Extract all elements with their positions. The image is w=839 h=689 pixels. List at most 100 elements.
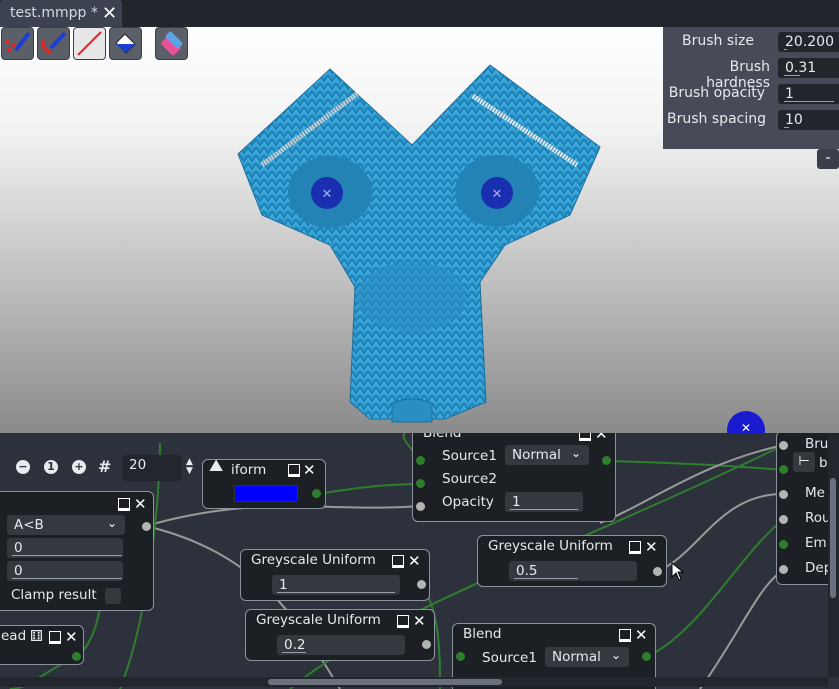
minimize-icon[interactable]: [118, 498, 130, 511]
clamp-result-label: Clamp result: [11, 587, 97, 603]
svg-text:✕: ✕: [492, 187, 503, 202]
close-node-icon[interactable]: ✕: [303, 463, 316, 478]
color-swatch[interactable]: [234, 485, 298, 502]
collapse-panel-button[interactable]: -: [817, 149, 839, 169]
brush-stroke-tool[interactable]: [37, 27, 70, 60]
minimize-icon[interactable]: [579, 433, 591, 441]
mouse-cursor-icon: [671, 562, 685, 581]
opacity-label: Opacity: [442, 494, 494, 510]
grid-size-field[interactable]: 20: [122, 455, 182, 481]
greyscale-3-title: Greyscale Uniform: [488, 538, 613, 554]
greyscale-2-value-field[interactable]: 0.2: [277, 635, 405, 655]
dice-icon[interactable]: ⚅: [30, 627, 43, 645]
minimize-icon[interactable]: [49, 631, 61, 644]
zoom-in-button[interactable]: +: [72, 460, 86, 474]
vertical-scroll-thumb[interactable]: [830, 478, 836, 598]
blend-top-title: Blend: [423, 433, 462, 441]
close-node-icon[interactable]: ✕: [134, 497, 147, 512]
close-node-icon[interactable]: ✕: [413, 614, 426, 629]
math-b-field[interactable]: 0: [7, 561, 123, 581]
close-icon[interactable]: ✕: [102, 3, 117, 24]
brush-size-label: Brush size: [682, 33, 754, 49]
brush-hardness-slider[interactable]: [784, 75, 800, 76]
greyscale-uniform-node-3[interactable]: Greyscale Uniform ✕ 0.5: [477, 535, 667, 587]
minimize-icon[interactable]: [629, 541, 641, 554]
zoom-reset-button[interactable]: 1: [44, 460, 58, 474]
uniform-node-title: iform: [231, 462, 267, 478]
close-node-icon[interactable]: ✕: [65, 630, 78, 645]
read-node-title: ead: [1, 628, 27, 644]
math-a-field[interactable]: 0: [7, 538, 123, 558]
spin-arrows-icon[interactable]: ▲ ▼: [186, 458, 193, 476]
brush-port-metallic[interactable]: [779, 490, 788, 499]
brush-port-b[interactable]: [779, 465, 788, 474]
brush-dots-icon: [5, 31, 31, 52]
uniform-node[interactable]: ⛰ iform ✕: [202, 456, 326, 509]
close-node-icon[interactable]: ✕: [635, 628, 648, 643]
line-tool[interactable]: [73, 27, 106, 60]
minimize-icon[interactable]: [288, 464, 300, 477]
close-node-icon[interactable]: ✕: [408, 554, 421, 569]
brush-port-depth[interactable]: [779, 565, 788, 574]
brush-spacing-slider[interactable]: [784, 127, 789, 128]
greyscale-uniform-node-1[interactable]: Greyscale Uniform ✕ 1: [240, 549, 430, 601]
opacity-field[interactable]: 1: [505, 492, 583, 512]
port-label-emission: Em: [805, 535, 827, 551]
line-icon: [77, 31, 102, 56]
opacity-port[interactable]: [416, 502, 425, 511]
eraser-tool[interactable]: [155, 27, 188, 60]
math-output-port[interactable]: [142, 522, 151, 531]
svg-text:✕: ✕: [741, 421, 751, 433]
brush-opacity-slider[interactable]: [784, 101, 834, 102]
eraser-icon: [161, 31, 183, 56]
greyscale-1-value-field[interactable]: 1: [272, 575, 400, 595]
greyscale-uniform-node-2[interactable]: Greyscale Uniform ✕ 0.2: [245, 609, 435, 661]
node-layout-icon[interactable]: ⊢: [793, 452, 815, 472]
blend-bottom-output-port[interactable]: [642, 652, 651, 661]
math-node[interactable]: ✕ A<B ⌄ 0 0 Clamp result: [0, 491, 154, 611]
minimize-icon[interactable]: [397, 615, 409, 628]
greyscale-1-title: Greyscale Uniform: [251, 552, 376, 568]
brush-hardness-field[interactable]: 0.31: [778, 58, 839, 78]
greyscale-3-output-port[interactable]: [653, 567, 662, 576]
brush-opacity-field[interactable]: 1: [778, 84, 839, 104]
brush-size-slider[interactable]: [784, 49, 787, 50]
horizontal-scroll-thumb[interactable]: [268, 679, 502, 685]
read-node[interactable]: ead ⚅ ✕: [0, 625, 84, 665]
blend-mode-select[interactable]: Normal ⌄: [505, 445, 589, 465]
source1-port-bottom[interactable]: [456, 652, 465, 661]
read-output-port[interactable]: [72, 652, 81, 661]
source2-port[interactable]: [416, 479, 425, 488]
fill-tool[interactable]: [109, 27, 142, 60]
brush-spacing-field[interactable]: 10: [778, 110, 839, 130]
brush-spacing-label: Brush spacing: [667, 111, 766, 127]
blend-node-top[interactable]: Blend ✕ Source1 Normal ⌄ Source2 Opacity …: [412, 433, 616, 522]
source2-label: Source2: [442, 471, 497, 487]
minimize-icon[interactable]: [392, 555, 404, 568]
brush-port-albedo[interactable]: [779, 441, 788, 450]
uniform-output-port[interactable]: [312, 489, 321, 498]
close-node-icon[interactable]: ✕: [595, 433, 608, 442]
greyscale-1-output-port[interactable]: [417, 580, 426, 589]
source1-port[interactable]: [416, 456, 425, 465]
viewport-gizmo-icon[interactable]: ✕: [726, 410, 766, 433]
source1-label: Source1: [442, 448, 497, 464]
brush-port-emission[interactable]: [779, 540, 788, 549]
blend-mode-select-bottom[interactable]: Normal ⌄: [545, 647, 629, 667]
close-node-icon[interactable]: ✕: [645, 540, 658, 555]
node-graph-editor[interactable]: − 1 + # 20 ▲ ▼ ⛰ iform ✕ Blend ✕ Source1 …: [0, 433, 839, 689]
port-label-roughness: Rou: [805, 510, 831, 526]
greyscale-3-value-field[interactable]: 0.5: [509, 561, 637, 581]
brush-size-field[interactable]: 20.200: [778, 32, 839, 52]
brush-port-roughness[interactable]: [779, 515, 788, 524]
document-tab[interactable]: test.mmpp * ✕: [0, 0, 122, 27]
clamp-result-checkbox[interactable]: [105, 588, 121, 604]
greyscale-2-output-port[interactable]: [422, 640, 431, 649]
brush-dots-tool[interactable]: [1, 27, 34, 60]
blend-output-port[interactable]: [602, 456, 611, 465]
minimize-icon[interactable]: [619, 629, 631, 642]
zoom-out-button[interactable]: −: [16, 460, 30, 474]
math-operation-select[interactable]: A<B ⌄: [7, 515, 125, 535]
grid-icon[interactable]: #: [98, 457, 111, 476]
brush-node-title: Bru: [805, 436, 829, 452]
